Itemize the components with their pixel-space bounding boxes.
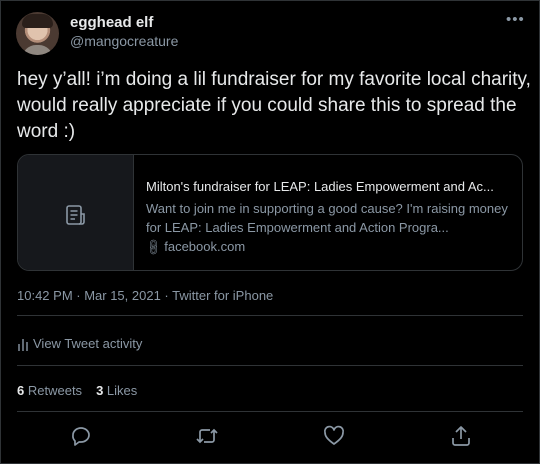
link-icon: 🔗︎ [143,236,164,258]
analytics-icon [18,338,28,351]
author-handle[interactable]: @mangocreature [70,33,178,49]
avatar[interactable] [16,12,59,55]
link-card[interactable]: Milton's fundraiser for LEAP: Ladies Emp… [17,154,523,271]
engagement-stats: 6 Retweets 3 Likes [17,383,137,398]
card-media [18,155,134,270]
card-domain-row: 🔗︎facebook.com [143,237,518,258]
avatar-shirt [22,45,53,55]
tweet-timestamp[interactable]: 10:42 PM · Mar 15, 2021 · Twitter for iP… [17,288,273,303]
card-description: Want to join me in supporting a good cau… [146,201,508,235]
divider [17,411,523,412]
tweet-actions-bar [1,421,540,451]
tweet-container: egghead elf @mangocreature ••• hey y’all… [0,0,540,464]
retweets-stat[interactable]: 6 Retweets [17,383,82,398]
share-icon[interactable] [449,424,473,448]
author-display-name[interactable]: egghead elf [70,14,153,31]
retweet-icon[interactable] [195,424,219,448]
tweet-text: hey y’all! i’m doing a lil fundraiser fo… [17,69,531,142]
retweets-label: Retweets [27,383,83,398]
card-body: Milton's fundraiser for LEAP: Ladies Emp… [143,178,518,258]
likes-stat[interactable]: 3 Likes [96,383,137,398]
view-tweet-activity-link[interactable]: View Tweet activity [17,336,142,352]
document-icon [66,205,85,225]
card-domain: facebook.com [164,239,246,254]
more-options-icon[interactable]: ••• [506,11,525,28]
like-icon[interactable] [322,424,346,448]
divider [17,365,523,366]
divider [17,315,523,316]
view-tweet-activity-label: View Tweet activity [33,336,143,351]
likes-count: 3 [96,383,104,398]
card-title: Milton's fundraiser for LEAP: Ladies Emp… [146,179,494,194]
likes-label: Likes [106,383,138,398]
retweets-count: 6 [17,383,25,398]
reply-icon[interactable] [69,424,93,448]
avatar-hair [22,14,53,28]
